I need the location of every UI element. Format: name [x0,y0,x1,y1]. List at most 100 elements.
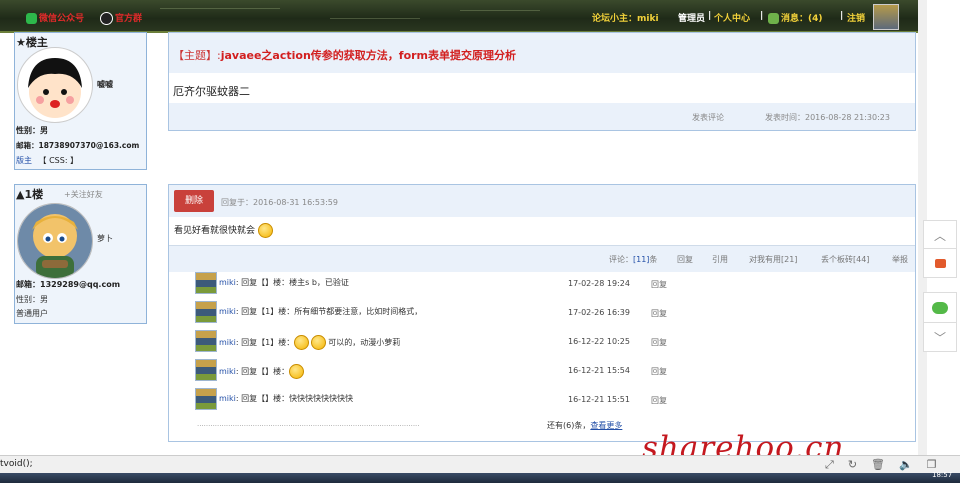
reply-content: miki: 回复【】楼：快快快快快快快快 [219,394,354,403]
comments-count[interactable]: 评论：[11]条 [609,254,657,265]
op-post-title: 【主题】:javaee之action传参的获取方法，form表单提交原理分析 [173,47,516,63]
reply-username[interactable]: miki [219,338,236,347]
post-time-value: 2016-08-28 21:30:23 [805,113,890,122]
title-prefix: 【主题】: [173,49,221,62]
wechat-link[interactable]: 微信公众号 [26,11,84,24]
qq-icon [100,12,113,25]
messages-link[interactable]: 消息：(4) [768,11,823,24]
reply-user-avatar[interactable] [195,359,217,381]
reply-to-reply-button[interactable]: 回复 [651,337,667,348]
floor1-avatar[interactable] [17,203,93,279]
reply-content: miki: 回复【1】楼： 可以的，动漫小萝莉 [219,335,400,350]
reply-to-reply-button[interactable]: 回复 [651,395,667,406]
reply-time-label: 回复于： [221,198,253,207]
qq-group-link[interactable]: 官方群 [100,11,142,25]
wechat-float-button[interactable] [923,292,957,324]
moderator-name[interactable]: miki [637,14,659,24]
follow-button[interactable]: +关注好友 [64,189,103,200]
header-decoration [460,10,540,11]
taskbar-clock: 18:57 [932,471,953,479]
op-role-row: 版主 【 CSS: 】 [16,155,78,166]
op-email: 邮箱：18738907370@163.com [16,141,140,150]
op-profile-card: ★楼主 嘘嘘 性别：男 邮箱：18738907370@163.com 版主 【 … [14,32,147,170]
op-avatar-image [28,58,82,118]
view-more-link[interactable]: 查看更多 [590,421,622,430]
admin-link[interactable]: 管理员 [678,11,705,24]
wechat-icon [932,302,948,314]
op-avatar[interactable] [17,47,93,123]
op-post-body: 厄齐尔驱蚊器二 [173,85,250,98]
more-replies: 还有(6)条，查看更多 [547,420,622,431]
reply-button[interactable]: 回复 [677,254,693,265]
floor1-post-body: 看见好看就很快就会 [174,223,273,238]
quote-button[interactable]: 引用 [712,254,728,265]
floor1-label: ▲1楼 [16,188,44,201]
reply-to-reply-button[interactable]: 回复 [651,308,667,319]
reply-username[interactable]: miki [219,307,236,316]
brick-button[interactable]: 丢个板砖[44] [821,254,869,265]
reply-text: 回复【】楼：楼主s b，已验证 [241,278,349,287]
op-gender: 性别：男 [16,126,48,135]
feedback-button[interactable] [923,248,957,278]
chevron-down-icon: ﹀ [933,330,946,345]
logout-link[interactable]: 注销 [847,11,865,24]
floor1-email: 邮箱：1329289@qq.com [16,280,121,289]
reply-content: miki: 回复【】楼：楼主s b，已验证 [219,278,349,287]
reply-time: 16-12-21 15:54 [568,366,630,375]
browser-status-bar: tvoid(); ⤢ ↻ 🗑 🔈 ❐ [0,455,960,474]
fullscreen-icon[interactable]: ⤢ [825,458,834,471]
reply-row: miki: 回复【1】楼：所有细节都要注意，比如时间格式， 17-02-26 16… [195,300,895,326]
reply-time: 16-12-22 10:25 [568,337,630,346]
chat-bubble-icon [934,258,946,268]
wechat-icon [26,13,37,24]
reply-time: 17-02-28 19:24 [568,279,630,288]
reply-username[interactable]: miki [219,394,236,403]
delete-button[interactable]: 删除 [174,190,214,212]
window-icon[interactable]: ❐ [927,458,937,471]
message-icon [768,13,779,24]
comments-suffix: 条 [649,255,658,264]
floor1-avatar-image [18,204,92,278]
emoji-icon [289,364,305,379]
reply-content: miki: 回复【】楼： [219,364,306,379]
emoji-icon [257,223,273,238]
reply-user-avatar[interactable] [195,330,217,352]
reply-user-avatar[interactable] [195,301,217,323]
scroll-down-button[interactable]: ﹀ [923,322,957,352]
report-button[interactable]: 举报 [892,254,908,265]
reply-to-reply-button[interactable]: 回复 [651,279,667,290]
qq-link-label: 官方群 [115,14,143,24]
trash-icon[interactable]: 🗑 [871,458,885,471]
comment-button[interactable]: 发表评论 [692,112,724,123]
floor1-body-text: 看见好看就很快就会 [174,226,256,236]
reply-to-reply-button[interactable]: 回复 [651,366,667,377]
header-separator: | [840,11,844,21]
admin-label: 管理员 [678,14,706,24]
reply-text: 回复【1】楼：所有细节都要注意，比如时间格式， [241,307,423,316]
reply-username[interactable]: miki [219,278,236,287]
reply-time: 16-12-21 15:51 [568,395,630,404]
reply-user-avatar[interactable] [195,272,217,294]
floor1-reply-time: 回复于：2016-08-31 16:53:59 [221,197,338,208]
reply-row: miki: 回复【】楼：快快快快快快快快 16-12-21 15:51 回复 [195,387,895,413]
header-separator: | [760,11,764,21]
reply-time-value: 2016-08-31 16:53:59 [253,198,338,207]
floor1-nickname[interactable]: 萝卜 [97,233,113,244]
op-nickname[interactable]: 嘘嘘 [97,79,113,90]
op-post-time: 发表时间：2016-08-28 21:30:23 [765,112,890,123]
comments-count-value: [11] [633,255,650,264]
reply-username[interactable]: miki [219,367,236,376]
back-to-top-button[interactable]: ︿ [923,220,957,250]
op-floor-label: ★楼主 [16,36,48,49]
refresh-icon[interactable]: ↻ [848,458,857,471]
reply-user-avatar[interactable] [195,388,217,410]
useful-button[interactable]: 对我有用[21] [749,254,797,265]
reply-text: 回复【1】楼： [241,338,295,347]
sound-icon[interactable]: 🔈 [899,458,913,471]
user-center-link[interactable]: 个人中心 [714,11,750,24]
user-center-label: 个人中心 [714,14,751,24]
more-dots: ........................................… [197,420,420,428]
floor1-actions-bar [169,245,915,272]
header-user-avatar[interactable] [873,4,899,30]
floor1-profile-card: ▲1楼 +关注好友 萝卜 邮箱：1329289@qq.com 性别：男 普通用户 [14,184,147,324]
